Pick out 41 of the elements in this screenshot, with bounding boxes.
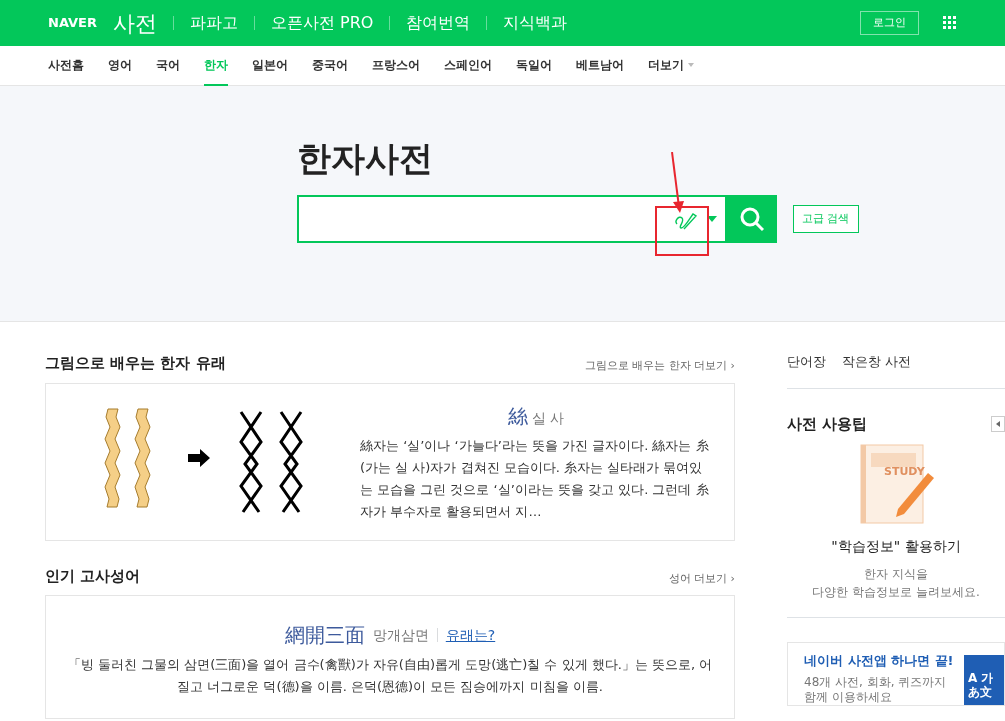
- origin-description: 絲자는 ‘실’이나 ‘가늘다’라는 뜻을 가진 글자이다. 絲자는 糸(가는 실 사)자가 겹쳐진 모습이다. 糸자는 실타래가 묶여있는 모습을 그린 것으로 ‘실’이라는 뜻을 갖고 있다. 그런데 糸자가 부수자로 활용되면서 지…: [360, 436, 710, 521]
- hanja-reading: 실 사: [531, 409, 565, 426]
- tip-text: 다양한 학습정보로 늘려보세요.: [811, 584, 981, 601]
- idiom-description: 「빙 둘러친 그물의 삼면(三面)을 열어 금수(禽獸)가 자유(自由)롭게 도망(逃亡)칠 수 있게 했다.」는 뜻으로, 어질고 너그로운 덕(德)을 이름. 은덕(恩德)이 모든 짐승에까지 미침을 이름.: [66, 656, 714, 696]
- apps-icon[interactable]: [943, 16, 957, 30]
- more-link[interactable]: 성어 더보기 ›: [668, 570, 735, 587]
- tip-text: 한자 지식을: [863, 566, 929, 583]
- idiom-hanja: 網開三面: [284, 622, 365, 649]
- tip-heading: "학습정보" 활용하기: [830, 537, 962, 556]
- tip-title: 사전 사용팁: [787, 413, 868, 435]
- app-icon: A 가 あ文: [964, 655, 1004, 705]
- search-field[interactable]: [297, 194, 727, 243]
- side-link[interactable]: 단어장: [787, 352, 826, 372]
- app-promo-text: 함께 이용하세요: [804, 689, 893, 705]
- caret-icon[interactable]: [688, 63, 694, 67]
- nav-tab[interactable]: 프랑스어: [372, 46, 420, 86]
- app-promo-text: 48개 사전, 회화, 퀴즈까지: [804, 674, 948, 690]
- section-title: 인기 고사성어: [45, 565, 141, 587]
- search-button[interactable]: [727, 194, 777, 243]
- side-link[interactable]: 작은창 사전: [842, 352, 912, 372]
- idiom-reading: 망개삼면: [372, 625, 429, 645]
- origin-link[interactable]: 유래는?: [445, 624, 496, 646]
- search-icon: [739, 205, 765, 232]
- dropdown-caret-icon[interactable]: [707, 215, 717, 222]
- nav-tab[interactable]: 영어: [108, 46, 132, 86]
- nav-tab[interactable]: 독일어: [516, 46, 552, 86]
- nav-tab[interactable]: 중국어: [312, 46, 348, 86]
- section-title: 그림으로 배우는 한자 유래: [45, 353, 226, 374]
- annotation-arrow: [671, 152, 684, 213]
- nav-tab[interactable]: 더보기: [648, 46, 694, 86]
- nav-tab[interactable]: 일본어: [252, 46, 288, 86]
- nav-tab[interactable]: 스페인어: [444, 46, 492, 86]
- nav-tab[interactable]: 사전홈: [48, 46, 84, 86]
- hanja-character: 絲: [507, 403, 528, 428]
- nav-tab[interactable]: 국어: [156, 46, 180, 86]
- app-promo-title: 네이버 사전앱 하나면 끝!: [804, 652, 954, 670]
- more-link[interactable]: 그림으로 배우는 한자 더보기 ›: [584, 358, 735, 375]
- study-label: STUDY: [884, 464, 925, 480]
- highlight-box: [655, 206, 709, 256]
- nav-tab[interactable]: 베트남어: [576, 46, 624, 86]
- page-title: 한자사전: [297, 138, 434, 179]
